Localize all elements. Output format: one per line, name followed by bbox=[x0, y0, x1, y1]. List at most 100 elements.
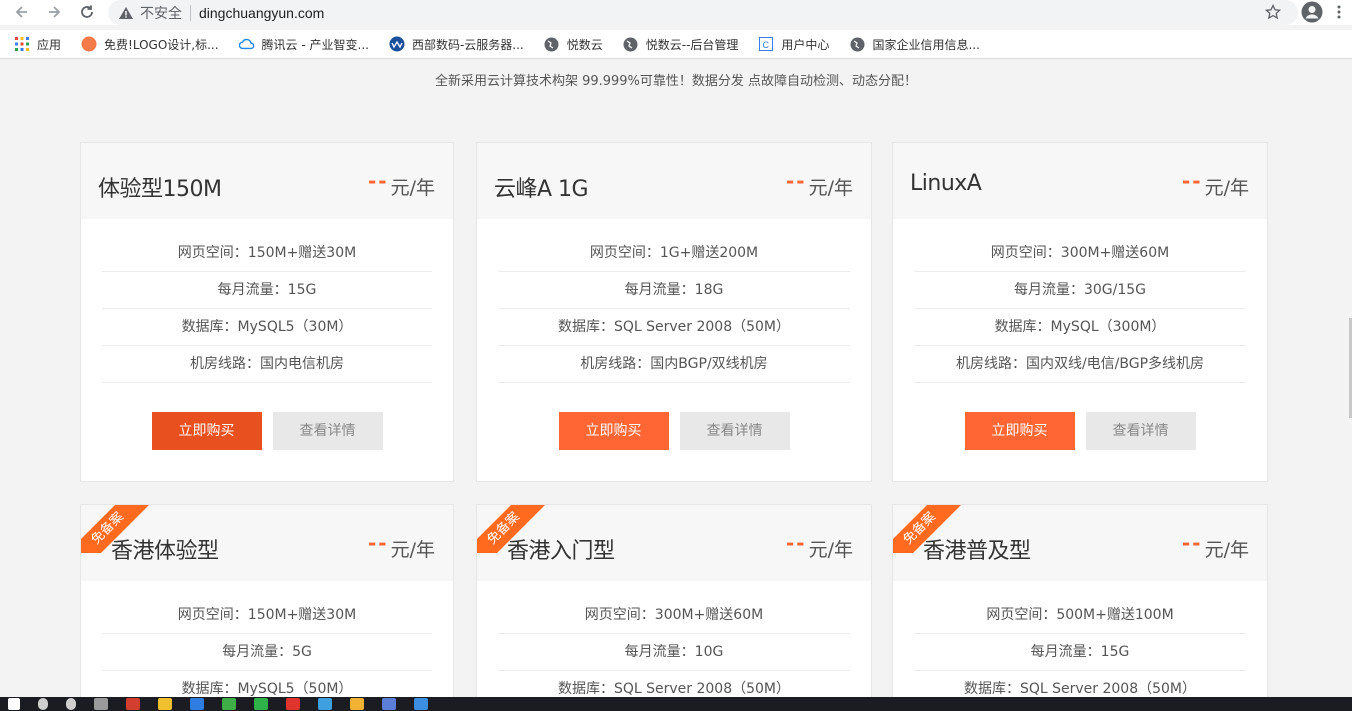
plan-price: -- 元/年 bbox=[368, 169, 435, 200]
buy-now-button[interactable]: 立即购买 bbox=[964, 412, 1075, 450]
plan-price: -- 元/年 bbox=[1182, 169, 1249, 200]
bookmark-apps[interactable]: 应用 bbox=[14, 36, 61, 53]
feature-traffic: 每月流量：30G/15G bbox=[914, 272, 1246, 309]
windows-start-icon[interactable] bbox=[8, 698, 20, 710]
wechat-icon[interactable] bbox=[254, 698, 268, 710]
feature-database: 数据库：MySQL5（30M） bbox=[102, 309, 432, 346]
omnibox-divider bbox=[190, 4, 191, 21]
price-value: -- bbox=[785, 168, 807, 193]
plan-card-header: LinuxA -- 元/年 bbox=[893, 143, 1267, 219]
chrome-icon[interactable] bbox=[222, 698, 236, 710]
bookmark-label: 用户中心 bbox=[781, 37, 830, 52]
bookmark-logo-design[interactable]: 免费!LOGO设计,标... bbox=[81, 36, 219, 53]
bookmark-label: 免费!LOGO设计,标... bbox=[104, 37, 219, 52]
logo-site-icon bbox=[81, 36, 97, 52]
bookmark-star-icon[interactable] bbox=[1262, 1, 1284, 23]
plan-price: -- 元/年 bbox=[368, 531, 435, 562]
app-icon[interactable] bbox=[318, 698, 332, 710]
price-value: -- bbox=[367, 530, 389, 555]
bookmark-credit-info[interactable]: 国家企业信用信息... bbox=[849, 36, 980, 53]
plan-card: 免备案 香港体验型 -- 元/年 网页空间：150M+赠送30M 每月流量：5G… bbox=[80, 504, 454, 704]
plan-card-header: 云峰A 1G -- 元/年 bbox=[477, 143, 871, 219]
app-icon[interactable] bbox=[126, 698, 140, 710]
view-details-button[interactable]: 查看详情 bbox=[1085, 412, 1196, 450]
feature-traffic: 每月流量：15G bbox=[914, 634, 1246, 671]
page-icon: C bbox=[758, 36, 774, 52]
feature-database: 数据库：MySQL（300M） bbox=[914, 309, 1246, 346]
plan-name: LinuxA bbox=[910, 171, 982, 196]
plan-actions: 立即购买 查看详情 bbox=[893, 412, 1267, 450]
reload-icon[interactable] bbox=[76, 1, 98, 23]
feature-space: 网页空间：1G+赠送200M bbox=[498, 235, 850, 272]
feature-space: 网页空间：300M+赠送60M bbox=[498, 597, 850, 634]
feature-datacenter: 机房线路：国内电信机房 bbox=[102, 346, 432, 383]
security-label[interactable]: 不安全 bbox=[140, 3, 182, 23]
plan-card-header: 免备案 香港入门型 -- 元/年 bbox=[477, 505, 871, 581]
url-text[interactable]: dingchuangyun.com bbox=[199, 5, 324, 21]
feature-traffic: 每月流量：5G bbox=[102, 634, 432, 671]
price-value: -- bbox=[1181, 168, 1203, 193]
view-details-button[interactable]: 查看详情 bbox=[272, 412, 383, 450]
warning-icon bbox=[119, 6, 133, 19]
plan-price: -- 元/年 bbox=[786, 169, 853, 200]
view-details-button[interactable]: 查看详情 bbox=[679, 412, 790, 450]
file-explorer-icon[interactable] bbox=[350, 698, 364, 710]
plan-actions: 立即购买 查看详情 bbox=[81, 412, 453, 450]
app-icon[interactable] bbox=[286, 698, 300, 710]
forward-icon[interactable] bbox=[43, 1, 65, 23]
plan-name: 体验型150M bbox=[98, 177, 222, 202]
search-icon[interactable] bbox=[38, 698, 48, 710]
buy-now-button[interactable]: 立即购买 bbox=[558, 412, 669, 450]
cortana-icon[interactable] bbox=[66, 698, 76, 710]
bookmark-tencent-cloud[interactable]: 腾讯云 - 产业智变... bbox=[238, 36, 369, 53]
menu-dots-icon[interactable] bbox=[1328, 1, 1350, 23]
bookmark-yueshuyun[interactable]: 悦数云 bbox=[544, 36, 603, 53]
plan-features: 网页空间：500M+赠送100M 每月流量：15G 数据库：SQL Server… bbox=[914, 597, 1246, 703]
os-taskbar bbox=[0, 697, 1352, 711]
bookmark-yueshuyun-admin[interactable]: 悦数云--后台管理 bbox=[623, 36, 739, 53]
plan-card: 云峰A 1G -- 元/年 网页空间：1G+赠送200M 每月流量：18G 数据… bbox=[476, 142, 872, 482]
bookmark-label: 悦数云 bbox=[566, 37, 603, 52]
globe-icon bbox=[623, 36, 639, 52]
bookmark-west-digital[interactable]: 西部数码-云服务器... bbox=[389, 36, 524, 53]
plan-features: 网页空间：300M+赠送60M 每月流量：30G/15G 数据库：MySQL（3… bbox=[914, 235, 1246, 383]
back-icon[interactable] bbox=[11, 1, 33, 23]
plan-features: 网页空间：150M+赠送30M 每月流量：5G 数据库：MySQL5（50M） bbox=[102, 597, 432, 703]
plan-card-header: 免备案 香港普及型 -- 元/年 bbox=[893, 505, 1267, 581]
plan-card: 体验型150M -- 元/年 网页空间：150M+赠送30M 每月流量：15G … bbox=[80, 142, 454, 482]
plan-price: -- 元/年 bbox=[786, 531, 853, 562]
bookmark-label: 悦数云--后台管理 bbox=[645, 37, 739, 52]
profile-avatar-icon[interactable] bbox=[1301, 1, 1323, 23]
west-digital-icon bbox=[389, 36, 405, 52]
price-value: -- bbox=[1181, 530, 1203, 555]
app-icon[interactable] bbox=[382, 698, 396, 710]
feature-database: 数据库：SQL Server 2008（50M） bbox=[498, 309, 850, 346]
browser-icon[interactable] bbox=[190, 698, 204, 710]
apps-grid-icon bbox=[14, 36, 30, 52]
bookmark-label: 国家企业信用信息... bbox=[872, 37, 980, 52]
plan-features: 网页空间：300M+赠送60M 每月流量：10G 数据库：SQL Server … bbox=[498, 597, 850, 703]
globe-icon bbox=[544, 36, 560, 52]
price-value: -- bbox=[367, 168, 389, 193]
plan-card: LinuxA -- 元/年 网页空间：300M+赠送60M 每月流量：30G/1… bbox=[892, 142, 1268, 482]
plan-name: 香港体验型 bbox=[111, 539, 219, 564]
feature-space: 网页空间：150M+赠送30M bbox=[102, 235, 432, 272]
price-value: -- bbox=[785, 530, 807, 555]
bookmark-user-center[interactable]: C 用户中心 bbox=[758, 36, 829, 53]
globe-icon bbox=[849, 36, 865, 52]
plan-name: 香港入门型 bbox=[507, 539, 615, 564]
buy-now-button[interactable]: 立即购买 bbox=[151, 412, 262, 450]
task-view-icon[interactable] bbox=[94, 698, 108, 710]
feature-space: 网页空间：300M+赠送60M bbox=[914, 235, 1246, 272]
price-unit: 元/年 bbox=[390, 539, 435, 561]
app-icon[interactable] bbox=[158, 698, 172, 710]
app-icon[interactable] bbox=[414, 698, 428, 710]
feature-space: 网页空间：500M+赠送100M bbox=[914, 597, 1246, 634]
address-bar[interactable]: 不安全 dingchuangyun.com bbox=[108, 0, 1298, 25]
price-unit: 元/年 bbox=[808, 539, 853, 561]
plan-name: 云峰A 1G bbox=[494, 177, 589, 202]
feature-datacenter: 机房线路：国内双线/电信/BGP多线机房 bbox=[914, 346, 1246, 383]
plan-features: 网页空间：150M+赠送30M 每月流量：15G 数据库：MySQL5（30M）… bbox=[102, 235, 432, 383]
plan-card: 免备案 香港普及型 -- 元/年 网页空间：500M+赠送100M 每月流量：1… bbox=[892, 504, 1268, 704]
plan-card-header: 体验型150M -- 元/年 bbox=[81, 143, 453, 219]
